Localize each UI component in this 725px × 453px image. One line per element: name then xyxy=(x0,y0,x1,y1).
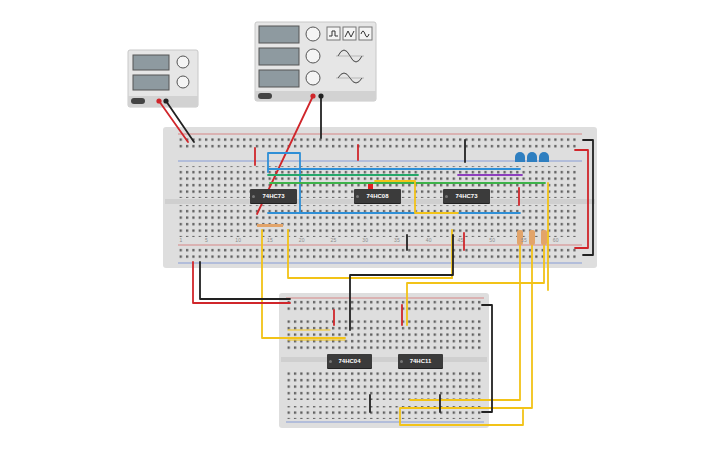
led-row[interactable] xyxy=(515,152,549,162)
function-generator[interactable] xyxy=(255,22,376,101)
ic-chip[interactable]: 74HC04 xyxy=(327,354,372,368)
circuit-canvas: 74HC7374HC0874HC7374HC0474HC111510152025… xyxy=(0,0,725,453)
column-number: 60 xyxy=(553,238,559,243)
column-number: 1 xyxy=(180,238,183,243)
column-number: 5 xyxy=(205,238,208,243)
ic-chip[interactable]: 74HC08 xyxy=(354,189,401,203)
column-number: 35 xyxy=(394,238,400,243)
column-number: 40 xyxy=(426,238,432,243)
resistor-row[interactable] xyxy=(257,224,547,245)
column-number: 10 xyxy=(235,238,241,243)
chip-notch xyxy=(252,195,255,198)
chip-label: 74HC08 xyxy=(366,193,388,199)
chip-label: 74HC11 xyxy=(410,358,432,364)
column-number: 15 xyxy=(267,238,273,243)
column-number: 45 xyxy=(458,238,464,243)
ic-chip[interactable]: 74HC73 xyxy=(250,189,297,203)
chip-label: 74HC73 xyxy=(455,193,477,199)
chip-notch xyxy=(329,360,332,363)
ic-chip[interactable]: 74HC73 xyxy=(443,189,490,203)
chip-notch xyxy=(445,195,448,198)
chip-label: 74HC73 xyxy=(262,193,284,199)
circuit-drawing xyxy=(0,0,725,453)
column-number: 25 xyxy=(331,238,337,243)
column-number: 30 xyxy=(362,238,368,243)
wires[interactable] xyxy=(159,96,593,425)
column-number: 50 xyxy=(489,238,495,243)
power-supply[interactable] xyxy=(128,50,198,107)
chip-label: 74HC04 xyxy=(338,358,360,364)
ic-chip[interactable]: 74HC11 xyxy=(398,354,443,368)
chip-notch xyxy=(400,360,403,363)
column-number: 55 xyxy=(521,238,527,243)
chip-notch xyxy=(356,195,359,198)
column-number: 20 xyxy=(299,238,305,243)
